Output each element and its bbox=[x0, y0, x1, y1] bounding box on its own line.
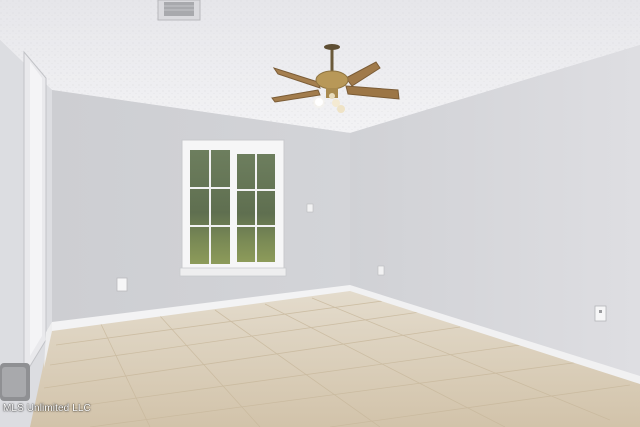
room-illustration bbox=[0, 0, 640, 427]
room-photo: MLS Unlimited LLC bbox=[0, 0, 640, 427]
light-switch bbox=[306, 203, 314, 213]
wall-outlet bbox=[116, 277, 128, 292]
window bbox=[179, 139, 287, 277]
photo-watermark: MLS Unlimited LLC bbox=[3, 403, 91, 414]
wall-outlet bbox=[377, 265, 385, 276]
air-vent-icon bbox=[157, 0, 201, 21]
wall-outlet bbox=[594, 305, 607, 322]
